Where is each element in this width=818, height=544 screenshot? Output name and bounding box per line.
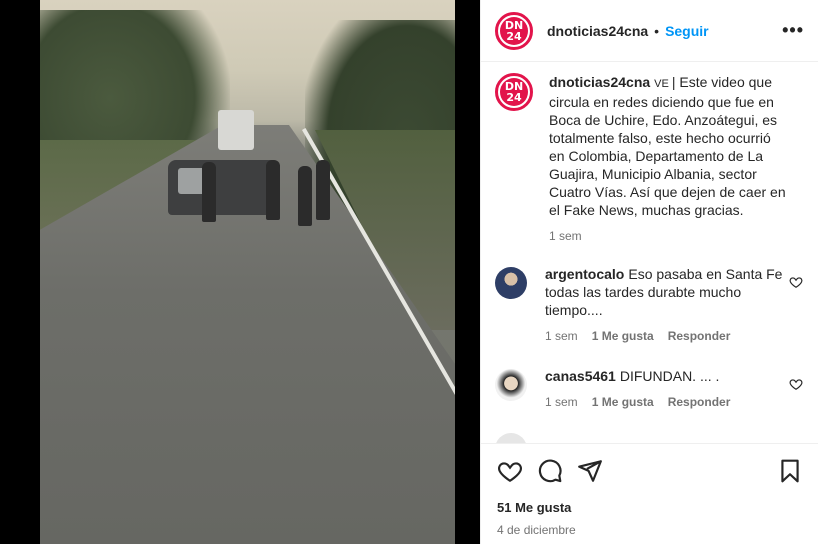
profile-avatar[interactable]: DN 24 xyxy=(495,11,533,50)
avatar[interactable] xyxy=(495,433,527,443)
caption-avatar[interactable]: DN 24 xyxy=(495,73,533,111)
person xyxy=(316,160,330,220)
separator-dot: • xyxy=(654,22,660,39)
list-item xyxy=(495,431,805,443)
comment-text: DIFUNDAN. ... . xyxy=(619,368,720,384)
logo-text-bottom: 24 xyxy=(506,91,522,104)
person xyxy=(202,162,216,222)
avatar[interactable] xyxy=(495,369,527,401)
post-date[interactable]: 4 de diciembre xyxy=(497,523,803,537)
heart-icon[interactable] xyxy=(789,377,803,391)
bookmark-icon[interactable] xyxy=(777,458,803,484)
comment-likes[interactable]: 1 Me gusta xyxy=(592,395,654,409)
list-item: argentocalo Eso pasaba en Santa Fe todas … xyxy=(495,265,805,343)
post-header: DN 24 dnoticias24cna • Seguir ••• xyxy=(481,0,818,62)
person xyxy=(298,166,312,226)
truck xyxy=(218,110,254,150)
action-icons-row xyxy=(497,458,803,484)
list-item: canas5461 DIFUNDAN. ... . 1 sem 1 Me gust… xyxy=(495,367,805,409)
comment-likes[interactable]: 1 Me gusta xyxy=(592,329,654,343)
post-side-panel: DN 24 dnoticias24cna • Seguir ••• DN 24 … xyxy=(480,0,818,544)
country-tag: VE xyxy=(654,78,669,90)
logo-text-bottom: 24 xyxy=(506,29,522,43)
likes-count[interactable]: 51 Me gusta xyxy=(497,500,803,515)
reply-button[interactable]: Responder xyxy=(668,395,731,409)
video-frame xyxy=(40,0,455,544)
dn24-logo: DN 24 xyxy=(500,16,528,45)
comment-text-block: argentocalo Eso pasaba en Santa Fe todas … xyxy=(545,265,785,319)
comment-time: 1 sem xyxy=(545,329,578,343)
more-options-icon[interactable]: ••• xyxy=(782,20,804,41)
caption-meta: 1 sem xyxy=(549,229,789,243)
person xyxy=(266,160,280,220)
comments-list[interactable]: DN 24 dnoticias24cna VE | Este video que c… xyxy=(481,63,818,443)
logo-text-top: DN xyxy=(504,18,524,32)
dn24-logo: DN 24 xyxy=(500,78,528,106)
caption: DN 24 dnoticias24cna VE | Este video que c… xyxy=(495,73,805,243)
caption-text: | Este video que circula en redes dicien… xyxy=(549,74,786,218)
comment-username[interactable]: argentocalo xyxy=(545,266,624,282)
post-media[interactable] xyxy=(0,0,480,544)
heart-icon[interactable] xyxy=(789,275,803,289)
avatar[interactable] xyxy=(495,267,527,299)
comment-meta: 1 sem 1 Me gusta Responder xyxy=(545,395,785,409)
comment-username[interactable]: canas5461 xyxy=(545,368,616,384)
post-username[interactable]: dnoticias24cna xyxy=(547,23,648,39)
comment-meta: 1 sem 1 Me gusta Responder xyxy=(545,329,785,343)
comment-time: 1 sem xyxy=(545,395,578,409)
caption-time: 1 sem xyxy=(549,229,582,243)
caption-username[interactable]: dnoticias24cna xyxy=(549,74,650,90)
comment-icon[interactable] xyxy=(537,458,563,484)
heart-icon[interactable] xyxy=(497,458,523,484)
reply-button[interactable]: Responder xyxy=(668,329,731,343)
post-actions: 51 Me gusta 4 de diciembre xyxy=(481,443,818,544)
share-icon[interactable] xyxy=(577,458,603,484)
comment-text-block: canas5461 DIFUNDAN. ... . xyxy=(545,367,785,385)
caption-text-block: dnoticias24cna VE | Este video que circula… xyxy=(549,73,789,219)
follow-button[interactable]: Seguir xyxy=(665,23,709,39)
